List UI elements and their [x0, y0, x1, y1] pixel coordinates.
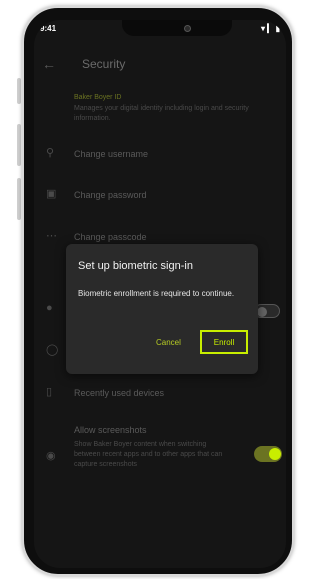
fingerprint-icon: ● — [46, 302, 53, 314]
biometric-dialog: Set up biometric sign-in Biometric enrol… — [66, 244, 258, 374]
allow-screenshots-label: Allow screenshots — [74, 425, 147, 435]
status-time: 9:41 — [40, 24, 57, 33]
camera-screenshot-icon: ◉ — [46, 450, 56, 462]
notch — [122, 20, 232, 36]
phone-device-icon: ▯ — [46, 386, 53, 398]
change-password-item[interactable]: Change password — [74, 190, 147, 200]
camera-icon — [184, 25, 191, 32]
passcode-icon: ⋯ — [46, 230, 57, 242]
status-bar: 9:41 ▾ ▎ ▮ — [34, 20, 286, 38]
shield-icon: ◯ — [46, 344, 59, 356]
enroll-button[interactable]: Enroll — [200, 330, 248, 354]
status-icons: ▾ ▎ ▮ — [260, 24, 280, 33]
profile-title: Baker Boyer ID — [74, 94, 122, 101]
allow-screenshots-toggle[interactable] — [254, 446, 282, 462]
app-bar: ← Security — [34, 50, 286, 80]
cancel-button[interactable]: Cancel — [156, 338, 181, 347]
side-button-low — [17, 178, 21, 220]
lock-icon: ▣ — [46, 188, 57, 200]
allow-screenshots-toggle-knob — [269, 448, 281, 460]
biometric-toggle-knob — [257, 307, 267, 317]
dialog-body: Biometric enrollment is required to cont… — [78, 289, 235, 298]
profile-description: Manages your digital identity including … — [74, 105, 249, 122]
side-button-top — [17, 78, 21, 104]
dialog-title: Set up biometric sign-in — [78, 260, 193, 272]
side-button-mid — [17, 124, 21, 166]
back-arrow-icon[interactable]: ← — [42, 56, 56, 72]
recent-devices-item[interactable]: Recently used devices — [74, 388, 164, 398]
allow-screenshots-description: Show Baker Boyer content when switching … — [74, 441, 223, 468]
change-passcode-item[interactable]: Change passcode — [74, 232, 147, 242]
change-username-item[interactable]: Change username — [74, 149, 148, 159]
phone-frame: 9:41 ▾ ▎ ▮ ← Security Baker Boyer ID Man… — [22, 6, 294, 576]
page-title: Security — [82, 57, 126, 71]
app-screen: 9:41 ▾ ▎ ▮ ← Security Baker Boyer ID Man… — [34, 20, 286, 568]
person-icon: ⚲ — [46, 147, 55, 159]
